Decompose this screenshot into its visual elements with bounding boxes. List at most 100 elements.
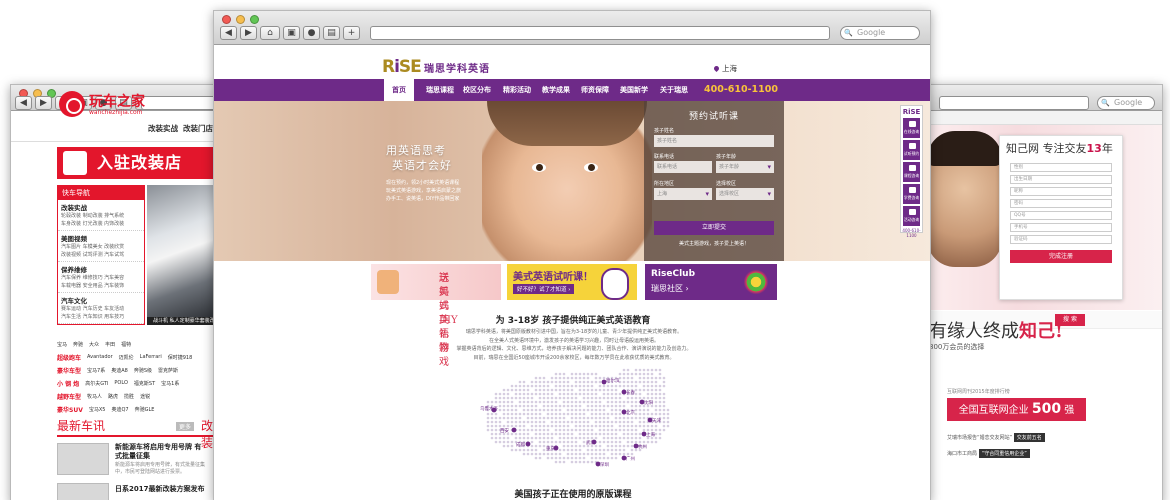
news-thumbnail[interactable] bbox=[57, 483, 109, 500]
back-button[interactable]: ◀ bbox=[220, 26, 237, 40]
brand-link[interactable]: LaFerrari bbox=[140, 354, 162, 360]
brand-link[interactable]: 途锐 bbox=[140, 393, 150, 400]
brand-link[interactable]: 路虎 bbox=[108, 393, 118, 400]
address-bar[interactable] bbox=[370, 26, 830, 40]
map-city-marker[interactable] bbox=[525, 441, 531, 447]
brand-link[interactable]: 雷克萨斯 bbox=[158, 367, 178, 374]
section-links[interactable]: 汽车保养 维修技巧 汽车美容 bbox=[61, 274, 141, 282]
nav-home[interactable]: 首页 bbox=[384, 79, 414, 101]
section-links[interactable]: 赛车运动 汽车历史 车友活动 bbox=[61, 305, 141, 313]
city-selector[interactable]: 上海 bbox=[714, 63, 737, 74]
google-search-field[interactable]: Google bbox=[840, 26, 920, 40]
brand-link[interactable]: POLO bbox=[114, 380, 128, 386]
rail-trial-booking[interactable]: 试听预约 bbox=[903, 140, 920, 160]
child-name-field[interactable]: 孩子姓名 bbox=[654, 135, 774, 147]
brand-link[interactable]: 奔驰 bbox=[73, 341, 83, 348]
section-links[interactable]: 汽车生活 汽车知识 用车技巧 bbox=[61, 313, 141, 321]
promo-diy-gift[interactable]: 玩美式英语游戏 送妈妈DIY礼物 bbox=[371, 264, 501, 368]
brand-link[interactable]: 高尔夫GTI bbox=[85, 380, 108, 387]
home-button[interactable]: ⌂ bbox=[260, 26, 280, 40]
brand-link[interactable]: 揽胜 bbox=[124, 393, 134, 400]
screenshot-button[interactable]: ▣ bbox=[283, 26, 300, 40]
section-links[interactable]: 改装视频 试驾评测 汽车试驾 bbox=[61, 251, 141, 259]
brand-link[interactable]: 丰田 bbox=[105, 341, 115, 348]
nav-about[interactable]: 关于瑞思 bbox=[660, 79, 688, 101]
rise-logo[interactable]: RiSE bbox=[382, 57, 422, 77]
rail-event-consult[interactable]: 活动咨询 bbox=[903, 206, 920, 226]
brand-link[interactable]: 福克斯ST bbox=[134, 380, 155, 387]
car-photo[interactable] bbox=[147, 185, 217, 317]
gender-select[interactable]: 性别 bbox=[1010, 163, 1112, 172]
nav-results[interactable]: 教学成果 bbox=[542, 79, 570, 101]
section-links[interactable]: 汽车图片 车模美女 改装欣赏 bbox=[61, 243, 141, 251]
brand-link[interactable]: 福特 bbox=[121, 341, 131, 348]
brand-link[interactable]: 宝马X5 bbox=[89, 406, 106, 413]
brand-link[interactable]: 奔驰GLE bbox=[135, 406, 155, 413]
region-select[interactable]: 上海 bbox=[654, 188, 712, 200]
age-select[interactable]: 孩子年龄 bbox=[716, 161, 774, 173]
rail-course-consult[interactable]: 课程咨询 bbox=[903, 162, 920, 182]
submit-button[interactable]: 立即提交 bbox=[654, 221, 774, 235]
wanche-logo-icon[interactable] bbox=[59, 91, 85, 117]
zoom-window-button[interactable] bbox=[250, 15, 259, 24]
brand-link[interactable]: 奥迪A8 bbox=[111, 367, 128, 374]
site-brand[interactable]: 玩车之家 bbox=[89, 91, 145, 111]
forward-button[interactable]: ▶ bbox=[35, 96, 52, 110]
brand-link[interactable]: 保时捷918 bbox=[168, 354, 193, 361]
section-links[interactable]: 车身改装 灯光改装 内饰改装 bbox=[61, 220, 141, 228]
campus-select[interactable]: 选择校区 bbox=[716, 188, 774, 200]
news-title[interactable]: 新能源车将启用专用号牌 有式批量征集 bbox=[115, 443, 205, 461]
section-title[interactable]: 美图视频 bbox=[61, 233, 141, 243]
map-city-marker[interactable] bbox=[511, 427, 517, 433]
nav-us-school[interactable]: 美国新学 bbox=[620, 79, 648, 101]
google-search-field[interactable]: Google bbox=[1097, 96, 1155, 110]
phone-field[interactable]: 联系电话 bbox=[654, 161, 712, 173]
nav-teachers[interactable]: 师资保障 bbox=[581, 79, 609, 101]
brand-link[interactable]: 奔驰S级 bbox=[134, 367, 152, 374]
back-button[interactable]: ◀ bbox=[15, 96, 32, 110]
news-more-link[interactable]: 更多 bbox=[176, 422, 195, 431]
address-bar[interactable] bbox=[141, 96, 221, 110]
brand-link[interactable]: 宝马7系 bbox=[87, 367, 105, 374]
section-links[interactable]: 车载电器 安全用品 汽车装饰 bbox=[61, 282, 141, 290]
qq-field[interactable]: QQ号 bbox=[1010, 211, 1112, 220]
nav-events[interactable]: 精彩活动 bbox=[503, 79, 531, 101]
brand-link[interactable]: 奥迪Q7 bbox=[111, 406, 128, 413]
brand-link[interactable]: 迈凯伦 bbox=[119, 354, 134, 361]
news-thumbnail[interactable] bbox=[57, 443, 109, 475]
brand-link[interactable]: 大众 bbox=[89, 341, 99, 348]
china-campus-map[interactable]: 哈尔滨 长春 沈阳 北京 天津 乌鲁木齐 西安 成都 重庆 上海 杭州 武汉 广… bbox=[476, 366, 676, 471]
brand-link[interactable]: Avantador bbox=[87, 354, 113, 360]
join-banner[interactable]: 入驻改装店 bbox=[57, 147, 215, 179]
rail-tuition-consult[interactable]: 学费咨询 bbox=[903, 184, 920, 204]
section-title[interactable]: 汽车文化 bbox=[61, 295, 141, 305]
captcha-field[interactable]: 验证码 bbox=[1010, 235, 1112, 244]
news-title[interactable]: 日系2017最新改装方案发布 bbox=[115, 485, 205, 494]
nickname-field[interactable]: 昵称 bbox=[1010, 187, 1112, 196]
sidebar-button[interactable]: ▤ bbox=[323, 26, 340, 40]
nav-campuses[interactable]: 校区分布 bbox=[463, 79, 491, 101]
stop-button[interactable]: ● bbox=[303, 26, 320, 40]
brand-link[interactable]: 宝马 bbox=[57, 341, 67, 348]
rail-online-consult[interactable]: 在线咨询 bbox=[903, 118, 920, 138]
section-title[interactable]: 保养维修 bbox=[61, 264, 141, 274]
promo-trial-button[interactable]: 好不好？试了才知道 › bbox=[513, 284, 575, 294]
address-bar[interactable] bbox=[939, 96, 1089, 110]
birthday-select[interactable]: 出生日期 bbox=[1010, 175, 1112, 184]
nav-courses[interactable]: 瑞思课程 bbox=[426, 79, 454, 101]
brand-link[interactable]: 宝马1系 bbox=[161, 380, 179, 387]
register-button[interactable]: 完成注册 bbox=[1010, 250, 1112, 263]
section-links[interactable]: 轮毂改装 制动改装 排气系统 bbox=[61, 212, 141, 220]
forward-button[interactable]: ▶ bbox=[240, 26, 257, 40]
new-tab-button[interactable]: + bbox=[343, 26, 360, 40]
close-window-button[interactable] bbox=[222, 15, 231, 24]
nav-link-gaizhuang-mendian[interactable]: 改装门店 bbox=[183, 123, 213, 134]
minimize-window-button[interactable] bbox=[236, 15, 245, 24]
promo-trial-class[interactable]: 美式英语试听课！ 好不好？试了才知道 › bbox=[507, 264, 637, 300]
promo-riseclub[interactable]: RiseClub 瑞思社区 › bbox=[645, 264, 777, 300]
phone-field[interactable]: 手机号 bbox=[1010, 223, 1112, 232]
nav-link-gaizhuang-shizhan[interactable]: 改装实战 bbox=[148, 123, 178, 134]
section-title[interactable]: 改装实战 bbox=[61, 202, 141, 212]
brand-link[interactable]: 牧马人 bbox=[87, 393, 102, 400]
password-field[interactable]: 密码 bbox=[1010, 199, 1112, 208]
